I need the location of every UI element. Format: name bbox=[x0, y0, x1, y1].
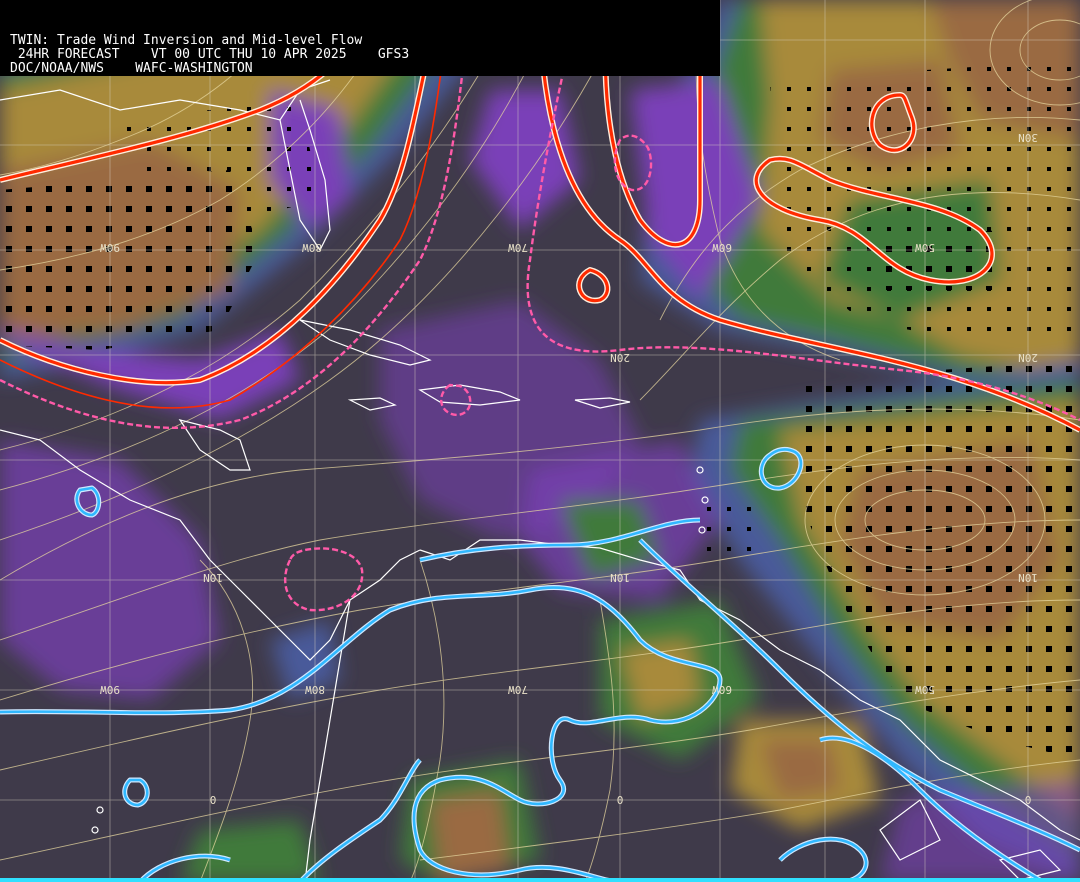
label-0-mid: 0 bbox=[617, 794, 624, 807]
label-10n-mid: 10N bbox=[610, 571, 630, 584]
label-80w-bottom: 80W bbox=[305, 683, 325, 696]
label-60w-top: 60W bbox=[712, 241, 732, 254]
label-0-east: 0 bbox=[1025, 794, 1032, 807]
bottom-edge-line bbox=[0, 878, 1080, 882]
label-0-west: 0 bbox=[210, 794, 217, 807]
forecast-valid-time: 24HR FORECAST VT 00 UTC THU 10 APR 2025 … bbox=[10, 47, 410, 62]
label-10n-west: 10N bbox=[203, 571, 223, 584]
label-70w-top: 70W bbox=[508, 241, 528, 254]
issuing-agency: DOC/NOAA/NWS WAFC-WASHINGTON bbox=[10, 61, 253, 76]
label-80w-top: 80W bbox=[302, 241, 322, 254]
label-20n-east: 20N bbox=[1018, 351, 1038, 364]
label-30n: 30N bbox=[1018, 131, 1038, 144]
map-header: TWIN: Trade Wind Inversion and Mid-level… bbox=[0, 0, 720, 76]
label-50w-bottom: 50W bbox=[915, 683, 935, 696]
label-60w-bottom: 60W bbox=[712, 683, 732, 696]
map-title: TWIN: Trade Wind Inversion and Mid-level… bbox=[10, 33, 363, 48]
label-50w-top: 50W bbox=[915, 241, 935, 254]
label-20n-west: 20N bbox=[610, 351, 630, 364]
label-90w-top: 90W bbox=[100, 241, 120, 254]
label-70w-bottom: 70W bbox=[508, 683, 528, 696]
forecast-map: 90W 80W 70W 60W 50W 30N 20N 20N 10N 10N … bbox=[0, 0, 1080, 882]
label-90w-bottom: 90W bbox=[100, 683, 120, 696]
label-10n-east: 10N bbox=[1018, 571, 1038, 584]
